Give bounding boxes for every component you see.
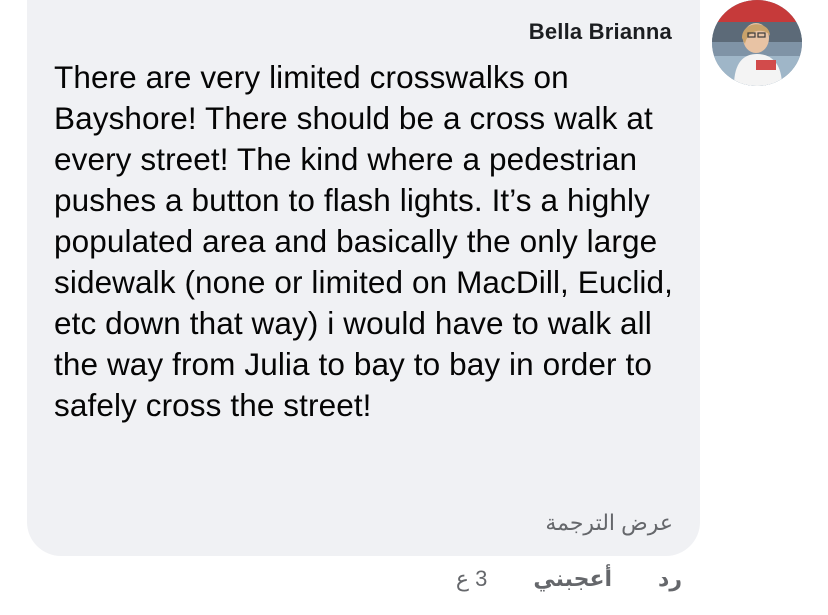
comment-author[interactable]: Bella Brianna — [529, 19, 672, 45]
avatar[interactable] — [712, 0, 802, 86]
see-translation-link[interactable]: عرض الترجمة — [545, 510, 673, 536]
reply-button[interactable]: رد — [658, 566, 682, 592]
like-button[interactable]: أعجبني — [533, 566, 612, 592]
comment-timestamp[interactable]: 3 ع — [456, 566, 488, 592]
comment-screen: Bella Brianna There are very limited cro… — [0, 0, 828, 615]
comment-bubble: Bella Brianna There are very limited cro… — [27, 0, 700, 556]
comment-text: There are very limited crosswalks on Bay… — [54, 59, 673, 423]
avatar-image — [712, 0, 802, 86]
comment-actions: 3 ع أعجبني رد — [456, 566, 682, 592]
